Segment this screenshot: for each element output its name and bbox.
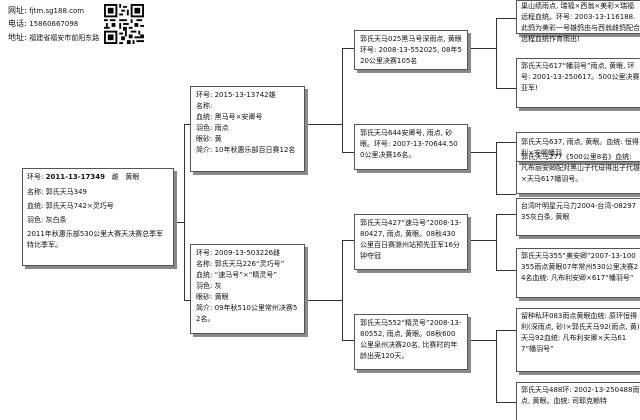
connector-g3-1-vertical <box>496 142 497 194</box>
ancestor-text: 郭氏天马277《500公里8名》血统: 凡布丽安卿配对黑山子代母得出子代雄×天马… <box>521 153 640 183</box>
ancestor-text: 郭氏天马355“美安卿”2007-13-100355雨点黄眼07年常州530公里… <box>521 252 639 282</box>
sire-card[interactable]: 环号: 2015-13-13742雄 名称: 血统: 黑马号×安卿号 羽色: 雨… <box>190 86 305 172</box>
connector-root-vertical <box>184 124 185 300</box>
connector-g3-0-out <box>468 48 496 49</box>
grandparent-text: 郭氏天马552“精灵号”2008-13-80552, 雨点, 黄眼。08秋600… <box>360 319 462 360</box>
sire-feather: 羽色: 雨点 <box>196 124 229 132</box>
dam-note: 简介: 09年秋510公里常州决赛52名。 <box>196 304 298 323</box>
phone-label: 电话: <box>8 19 27 28</box>
header-phone: 电话: 15860667098 <box>8 17 78 31</box>
ancestor-card[interactable]: 留种私环083雨点黄眼血统: 原环恒得利(深雨点, 砂)×郭氏天马92(雨点, … <box>516 308 640 372</box>
root-eye: 黄眼 <box>125 173 140 181</box>
root-ring: 环号: 2011-13-17349 雌 黄眼 <box>27 173 140 181</box>
qr-code-icon <box>104 4 144 44</box>
root-pigeon-card[interactable]: 环号: 2011-13-17349 雌 黄眼 名称: 郭氏天马349 血统: 郭… <box>22 168 174 266</box>
grandparent-card[interactable]: 郭氏天马025黑马号深雨点, 黄眼环号: 2008-13-552025, 08年… <box>354 30 468 70</box>
ancestor-text: 郭氏天马488环: 2002-13-250488雨点, 黄眼。血统: 司耶克赖特 <box>521 386 640 405</box>
ancestor-card[interactable]: 巢山绩雨点, 瑞福×西翁×美彩×瑞福远程血统。环号: 2003-13-11618… <box>516 0 640 43</box>
grandparent-card[interactable]: 郭氏天马552“精灵号”2008-13-80552, 雨点, 黄眼。08秋600… <box>354 314 468 370</box>
ancestor-card[interactable]: 郭氏天马277《500公里8名》血统: 凡布丽安卿配对黑山子代母得出子代雄×天马… <box>516 150 640 194</box>
address-value: 福建省福安市前阳东路 <box>29 34 100 42</box>
dam-name: 名称: 郭氏天马226“灵巧号” <box>196 260 285 268</box>
connector-sire-vertical <box>342 48 343 152</box>
connector-right-5 <box>496 270 516 271</box>
phone-value: 15860667098 <box>29 20 79 28</box>
connector-root <box>174 222 184 223</box>
connector-g3-1-out <box>468 152 496 153</box>
ancestor-card[interactable]: 郭氏天马617“幡羽号”雨点, 黄眼, 环号: 2001-13-250617。5… <box>516 58 640 108</box>
connector-right-2 <box>496 142 516 143</box>
root-sex: 雌 <box>111 173 119 181</box>
sire-note: 简介: 10年秋惠乐部百日赛12名 <box>196 146 296 154</box>
root-ring-number: 2011-13-17349 <box>45 173 105 181</box>
dam-ring: 环号: 2009-13-503226雌 <box>196 249 281 257</box>
connector-dam-vertical <box>342 240 343 340</box>
connector-right-3 <box>496 194 516 195</box>
grandparent-text: 郭氏天马644安卿号, 雨点, 砂眼。环号: 2007-13-70644.500… <box>360 129 458 159</box>
grandparent-card[interactable]: 郭氏天马427“速马号”2008-13-80427, 雨点, 黄眼。08秋430… <box>354 214 468 270</box>
connector-right-6 <box>496 330 516 331</box>
root-note: 2011年秋惠乐部530公里大赛天决赛总季军 特比季军。 <box>27 230 164 249</box>
web-label: 网址: <box>8 6 27 15</box>
connector-gen3-0 <box>342 48 354 49</box>
dam-feather: 羽色: 灰 <box>196 282 222 290</box>
dam-eye: 眼砂: 黄眼 <box>196 293 229 301</box>
connector-g3-0-vertical <box>496 18 497 88</box>
root-feather: 羽色: 灰白条 <box>27 216 67 224</box>
connector-g3-2-out <box>468 240 496 241</box>
ancestor-card[interactable]: 郭氏天马488环: 2002-13-250488雨点, 黄眼。血统: 司耶克赖特 <box>516 382 640 420</box>
connector-right-7 <box>496 402 516 403</box>
header-address: 地址: 福建省福安市前阳东路 <box>8 31 99 45</box>
sire-blood: 血统: 黑马号×安卿号 <box>196 113 263 121</box>
connector-right-4 <box>496 214 516 215</box>
connector-gen3-1 <box>342 152 354 153</box>
connector-g3-3-out <box>468 340 496 341</box>
dam-card[interactable]: 环号: 2009-13-503226雌 名称: 郭氏天马226“灵巧号” 血统:… <box>190 244 305 334</box>
ancestor-text: 台湾叶明星元马力2004-台湾-0829735灰白条, 黄眼 <box>521 202 637 221</box>
sire-eye: 眼砂: 黄 <box>196 135 222 143</box>
dam-blood: 血统: “速马号”×“精灵号” <box>196 271 277 279</box>
grandparent-text: 郭氏天马427“速马号”2008-13-80427, 雨点, 黄眼。08秋430… <box>360 219 462 260</box>
grandparent-card[interactable]: 郭氏天马644安卿号, 雨点, 砂眼。环号: 2007-13-70644.500… <box>354 124 468 170</box>
header-web: 网址: fjtm.sg188.com <box>8 4 84 18</box>
ancestor-text: 留种私环083雨点黄眼血统: 原环恒得利(深雨点, 砂)×郭氏天马92(雨点, … <box>521 312 640 353</box>
ancestor-text: 巢山绩雨点, 瑞福×西翁×美彩×瑞福远程血统。环号: 2003-13-11618… <box>521 2 640 43</box>
ancestor-card[interactable]: 台湾叶明星元马力2004-台湾-0829735灰白条, 黄眼 <box>516 198 640 236</box>
address-label: 地址: <box>8 33 27 42</box>
grandparent-text: 郭氏天马025黑马号深雨点, 黄眼环号: 2008-13-552025, 08年… <box>360 35 462 65</box>
sire-ring: 环号: 2015-13-13742雄 <box>196 91 276 99</box>
connector-gen3-2 <box>342 240 354 241</box>
connector-gen3-3 <box>342 340 354 341</box>
ancestor-card[interactable]: 郭氏天马355“美安卿”2007-13-100355雨点黄眼07年常州530公里… <box>516 248 640 298</box>
connector-g3-3-vertical <box>496 330 497 402</box>
connector-sire-out <box>305 124 342 125</box>
connector-right-1 <box>496 88 516 89</box>
root-blood: 血统: 郭氏天马742×灵巧号 <box>27 202 114 210</box>
sire-name: 名称: <box>196 102 213 110</box>
root-name: 名称: 郭氏天马349 <box>27 188 87 196</box>
ancestor-text: 郭氏天马617“幡羽号”雨点, 黄眼, 环号: 2001-13-250617。5… <box>521 62 640 92</box>
connector-g3-2-vertical <box>496 214 497 270</box>
connector-dam-out <box>305 300 342 301</box>
connector-right-0 <box>496 18 516 19</box>
